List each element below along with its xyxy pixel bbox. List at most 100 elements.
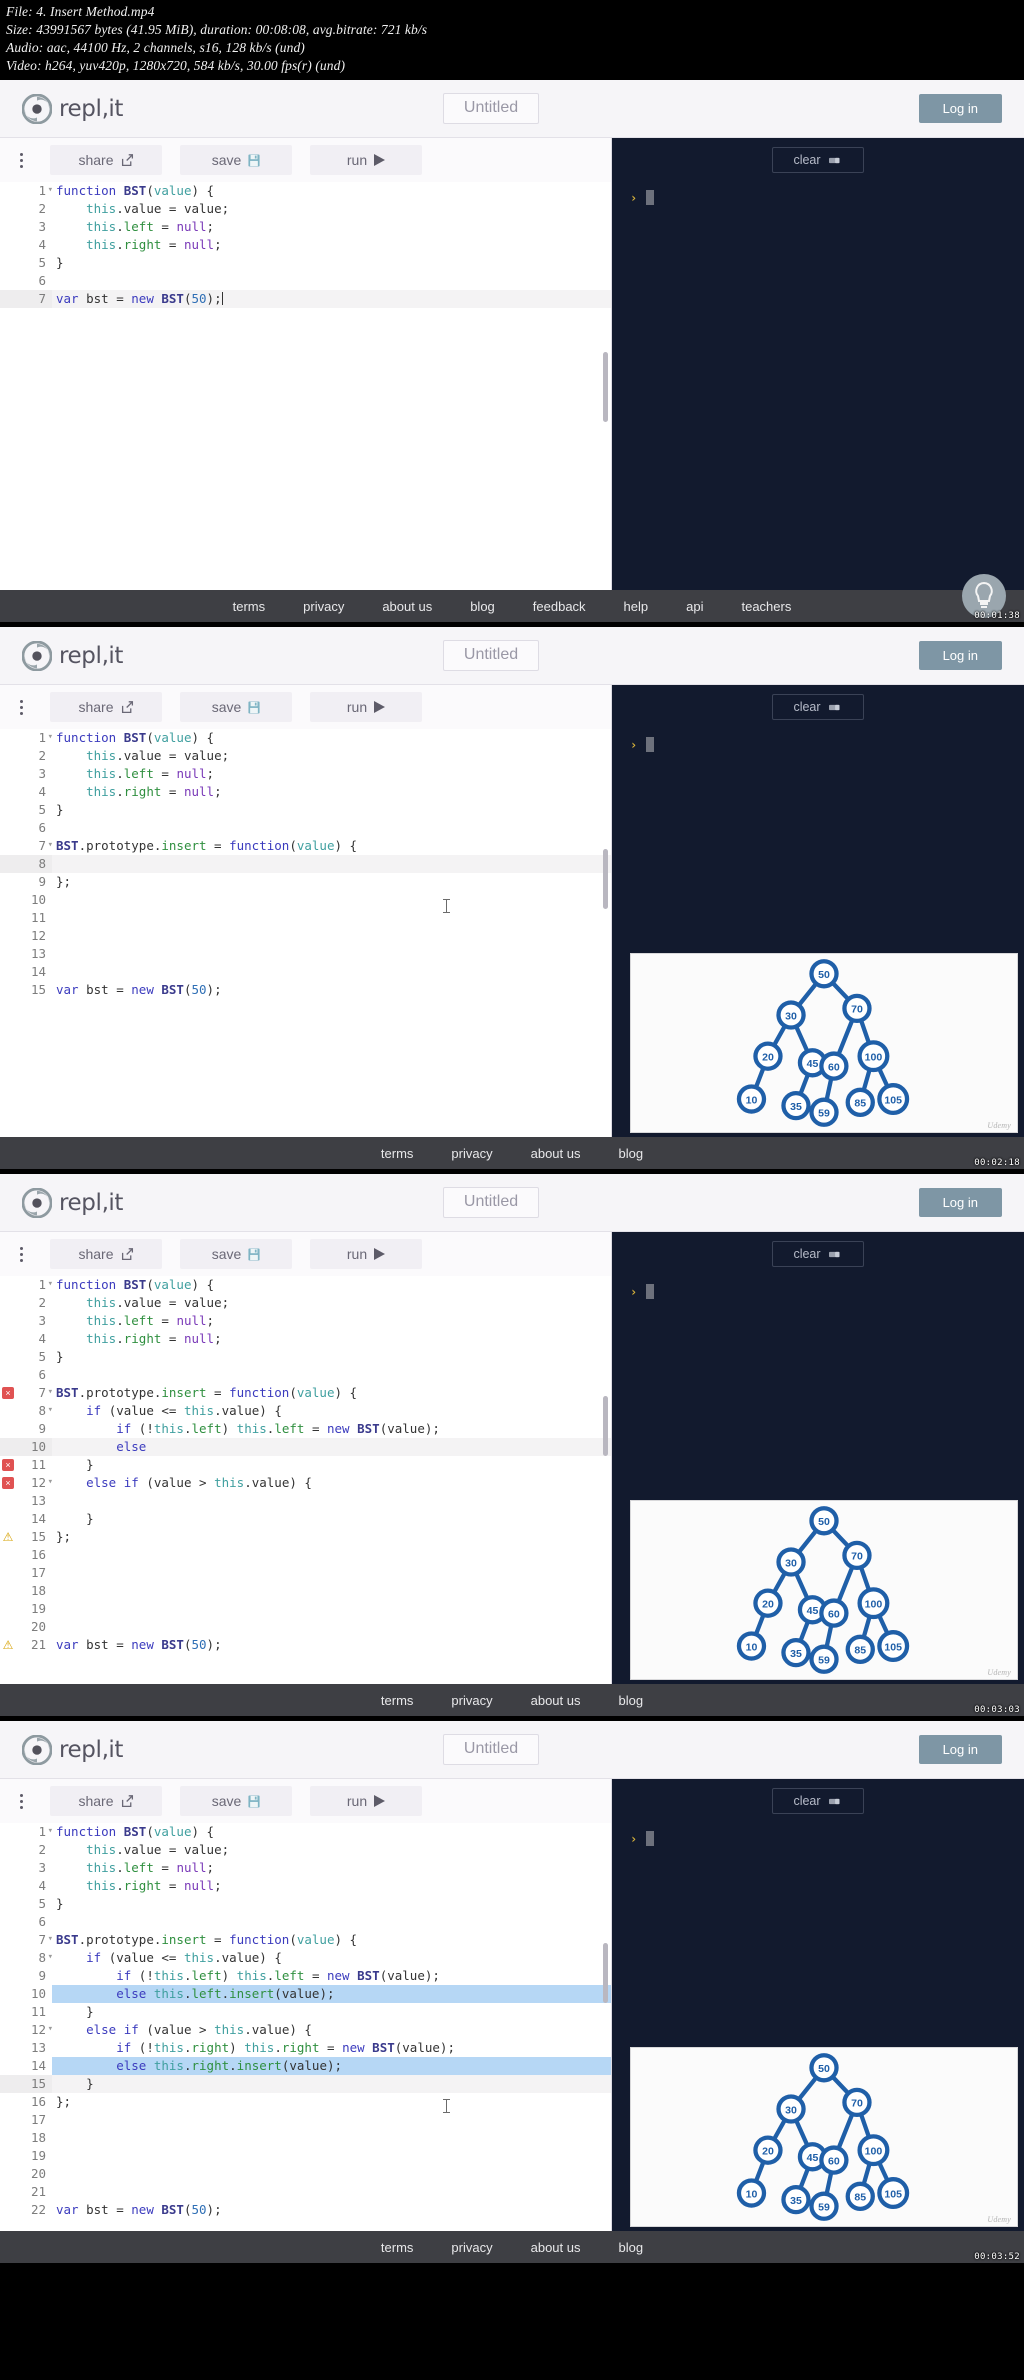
clear-console-button[interactable]: clear [772, 694, 864, 720]
code-line[interactable]: × 7 ▾ BST.prototype.insert = function(value… [0, 1384, 611, 1402]
code-line[interactable]: 13 [0, 1492, 611, 1510]
code-text[interactable]: this.left = null; [52, 765, 611, 783]
code-line[interactable]: 1 ▾ function BST(value) { [0, 729, 611, 747]
run-button[interactable]: run [310, 1786, 422, 1816]
code-line[interactable]: 17 [0, 2111, 611, 2129]
code-text[interactable]: }; [52, 2093, 611, 2111]
code-text[interactable]: if (!this.right) this.right = new BST(va… [52, 2039, 611, 2057]
editor-scrollbar[interactable] [603, 1396, 608, 1456]
code-text[interactable]: } [52, 1456, 611, 1474]
code-line[interactable]: 14 } [0, 1510, 611, 1528]
code-line[interactable]: 10 else [0, 1438, 611, 1456]
code-text[interactable] [52, 272, 611, 290]
code-text[interactable] [52, 1913, 611, 1931]
code-text[interactable]: if (value <= this.value) { [52, 1402, 611, 1420]
code-line[interactable]: 18 [0, 1582, 611, 1600]
code-line[interactable]: 3 this.left = null; [0, 1312, 611, 1330]
code-text[interactable] [52, 1546, 611, 1564]
code-line[interactable]: 5} [0, 1895, 611, 1913]
code-line[interactable]: 4 this.right = null; [0, 783, 611, 801]
code-text[interactable]: function BST(value) { [52, 1276, 611, 1294]
code-text[interactable]: else this.left.insert(value); [52, 1985, 611, 2003]
footer-link-about-us[interactable]: about us [382, 599, 432, 614]
code-text[interactable]: else if (value > this.value) { [52, 1474, 611, 1492]
run-button[interactable]: run [310, 145, 422, 175]
code-text[interactable] [52, 855, 611, 873]
code-line[interactable]: 19 [0, 1600, 611, 1618]
code-line[interactable]: ⚠ 15}; [0, 1528, 611, 1546]
code-line[interactable]: 16 [0, 1546, 611, 1564]
code-text[interactable] [52, 945, 611, 963]
footer-link-blog[interactable]: blog [618, 1146, 643, 1161]
code-line[interactable]: 20 [0, 1618, 611, 1636]
code-line[interactable]: 5} [0, 1348, 611, 1366]
code-text[interactable]: this.value = value; [52, 747, 611, 765]
error-marker[interactable]: × [2, 1459, 14, 1471]
fold-toggle-icon[interactable]: ▾ [48, 1953, 53, 1962]
code-line[interactable]: 19 [0, 2147, 611, 2165]
brand-logo[interactable]: repl‚it [21, 640, 123, 671]
code-text[interactable] [52, 819, 611, 837]
fold-toggle-icon[interactable]: ▾ [48, 1935, 53, 1944]
share-button[interactable]: share [50, 1786, 162, 1816]
code-text[interactable] [52, 2183, 611, 2201]
code-text[interactable]: }; [52, 1528, 611, 1546]
login-button[interactable]: Log in [918, 1735, 1002, 1764]
code-text[interactable]: var bst = new BST(50); [52, 981, 611, 999]
save-button[interactable]: save [180, 145, 292, 175]
code-text[interactable]: function BST(value) { [52, 182, 611, 200]
footer-link-terms[interactable]: terms [381, 1693, 414, 1708]
code-line[interactable]: 8 ▾ if (value <= this.value) { [0, 1402, 611, 1420]
brand-logo[interactable]: repl‚it [21, 1734, 123, 1765]
code-text[interactable]: } [52, 1895, 611, 1913]
code-text[interactable]: } [52, 2075, 611, 2093]
code-line[interactable]: 7 ▾ BST.prototype.insert = function(value)… [0, 1931, 611, 1949]
code-text[interactable]: this.right = null; [52, 783, 611, 801]
code-line[interactable]: 6 [0, 1913, 611, 1931]
kebab-menu-icon[interactable] [10, 1793, 32, 1809]
code-line[interactable]: 11 } [0, 2003, 611, 2021]
code-text[interactable] [52, 2111, 611, 2129]
code-text[interactable]: var bst = new BST(50); [52, 290, 611, 308]
code-line[interactable]: 12 ▾ else if (value > this.value) { [0, 2021, 611, 2039]
footer-link-terms[interactable]: terms [233, 599, 266, 614]
code-line[interactable]: 3 this.left = null; [0, 218, 611, 236]
fold-toggle-icon[interactable]: ▾ [48, 1280, 53, 1289]
code-line[interactable]: 9 if (!this.left) this.left = new BST(va… [0, 1967, 611, 1985]
code-line[interactable]: 4 this.right = null; [0, 236, 611, 254]
error-marker[interactable]: × [2, 1477, 14, 1489]
code-text[interactable]: if (!this.left) this.left = new BST(valu… [52, 1967, 611, 1985]
code-text[interactable]: if (!this.left) this.left = new BST(valu… [52, 1420, 611, 1438]
code-text[interactable]: else this.right.insert(value); [52, 2057, 611, 2075]
error-marker[interactable]: × [2, 1387, 14, 1399]
code-line[interactable]: 1 ▾ function BST(value) { [0, 1823, 611, 1841]
code-text[interactable]: this.left = null; [52, 218, 611, 236]
code-line[interactable]: 14 [0, 963, 611, 981]
clear-console-button[interactable]: clear [772, 1241, 864, 1267]
login-button[interactable]: Log in [918, 1188, 1002, 1217]
code-text[interactable] [52, 1618, 611, 1636]
code-line[interactable]: 4 this.right = null; [0, 1877, 611, 1895]
brand-logo[interactable]: repl‚it [21, 93, 123, 124]
code-text[interactable] [52, 1564, 611, 1582]
code-line[interactable]: 2 this.value = value; [0, 1841, 611, 1859]
code-line[interactable]: 10 [0, 891, 611, 909]
code-text[interactable]: this.left = null; [52, 1859, 611, 1877]
code-line[interactable]: 6 [0, 819, 611, 837]
clear-console-button[interactable]: clear [772, 1788, 864, 1814]
kebab-menu-icon[interactable] [10, 699, 32, 715]
code-text[interactable]: else if (value > this.value) { [52, 2021, 611, 2039]
code-line[interactable]: 20 [0, 2165, 611, 2183]
save-button[interactable]: save [180, 692, 292, 722]
footer-link-about-us[interactable]: about us [531, 1146, 581, 1161]
code-line[interactable]: 5} [0, 801, 611, 819]
code-line[interactable]: 15 } [0, 2075, 611, 2093]
code-text[interactable] [52, 2147, 611, 2165]
code-line[interactable]: 8 [0, 855, 611, 873]
fold-toggle-icon[interactable]: ▾ [48, 1827, 53, 1836]
repl-title-input[interactable]: Untitled [443, 640, 540, 671]
brand-logo[interactable]: repl‚it [21, 1187, 123, 1218]
code-text[interactable]: } [52, 1510, 611, 1528]
repl-title-input[interactable]: Untitled [443, 1187, 540, 1218]
code-line[interactable]: 15 var bst = new BST(50); [0, 981, 611, 999]
